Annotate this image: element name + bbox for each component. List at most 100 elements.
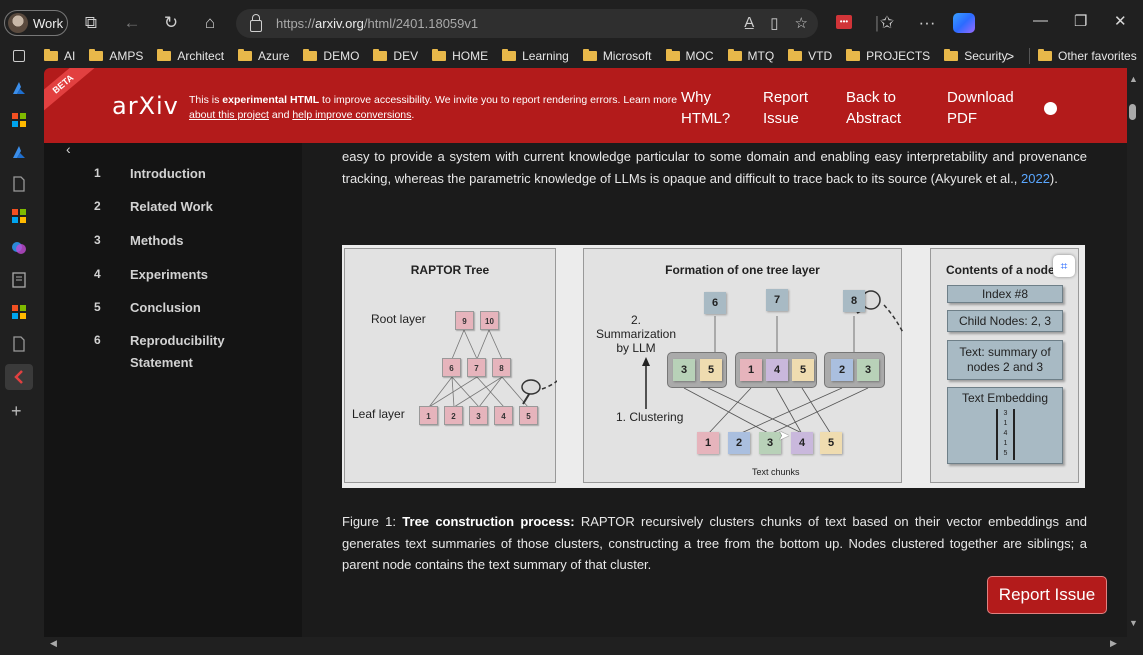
panel-raptor-tree: RAPTOR Tree Root layer Leaf layer 9 10 6… xyxy=(344,248,557,483)
more-icon[interactable]: ··· xyxy=(916,13,938,33)
arxiv-tab-icon[interactable] xyxy=(5,364,33,390)
panel-title: Contents of a node xyxy=(946,263,1055,277)
bookmark-security[interactable]: Security xyxy=(944,49,1008,63)
avatar xyxy=(8,13,28,33)
text-chunks-label: Text chunks xyxy=(752,467,800,477)
toc-item-reproducibility[interactable]: 6 Reproducibility Statement xyxy=(94,333,254,374)
node-text: Text: summary of nodes 2 and 3 xyxy=(947,340,1063,380)
clustering-label: 1. Clustering xyxy=(616,410,684,424)
horizontal-scrollbar[interactable]: ◀ ▶ xyxy=(44,637,1127,651)
folder-icon xyxy=(432,49,447,61)
toc-item-related-work[interactable]: 2 Related Work xyxy=(94,199,213,214)
folder-icon xyxy=(665,49,680,61)
tree-node: 3 xyxy=(469,406,488,425)
immersive-reader-icon[interactable]: ▯ xyxy=(770,14,778,32)
toc-collapse-icon[interactable]: ‹ xyxy=(66,141,71,157)
microsoft-icon[interactable] xyxy=(11,304,27,320)
bookmark-learning[interactable]: Learning xyxy=(502,49,569,63)
tree-node: 8 xyxy=(492,358,511,377)
read-aloud-icon[interactable]: A̲ xyxy=(744,14,754,32)
summarization-label: 2. Summarization by LLM xyxy=(595,313,677,355)
minimize-icon[interactable]: — xyxy=(1033,12,1048,29)
folder-icon xyxy=(502,49,517,61)
tabs-icon[interactable] xyxy=(13,50,25,62)
banner-message: This is experimental HTML to improve acc… xyxy=(189,94,678,121)
bookmark-demo[interactable]: DEMO xyxy=(303,49,359,63)
bookmark-other-favorites[interactable]: Other favorites xyxy=(1038,49,1137,63)
bookmarks-separator xyxy=(1029,48,1030,64)
toc-item-methods[interactable]: 3 Methods xyxy=(94,233,183,248)
toc-item-experiments[interactable]: 4 Experiments xyxy=(94,267,208,282)
azure-icon[interactable] xyxy=(11,80,27,96)
download-pdf-link[interactable]: Download PDF xyxy=(947,87,1027,129)
notebook-icon[interactable] xyxy=(11,272,27,288)
microsoft-icon[interactable] xyxy=(11,208,27,224)
bookmark-home[interactable]: HOME xyxy=(432,49,488,63)
vertical-scrollbar[interactable]: ▲ ▼ xyxy=(1127,68,1139,637)
folder-icon xyxy=(373,49,388,61)
document-icon[interactable] xyxy=(11,336,27,352)
citation-link[interactable]: 2022 xyxy=(1021,171,1050,186)
folder-icon xyxy=(238,49,253,61)
address-bar[interactable]: https://arxiv.org/html/2401.18059v1 A̲ ▯… xyxy=(236,9,818,38)
azure-icon[interactable] xyxy=(11,144,27,160)
back-to-abstract-link[interactable]: Back to Abstract xyxy=(846,87,916,129)
scroll-down-icon[interactable]: ▼ xyxy=(1129,618,1138,628)
arxiv-logo[interactable]: arXiv xyxy=(112,92,179,120)
bookmark-azure[interactable]: Azure xyxy=(238,49,289,63)
panel-tree-layer: Formation of one tree layer 2. Summariza… xyxy=(583,248,903,483)
url-text[interactable]: https://arxiv.org/html/2401.18059v1 xyxy=(276,16,478,31)
profile-button[interactable]: Work xyxy=(4,10,68,36)
copilot-icon[interactable] xyxy=(953,13,975,33)
scroll-up-icon[interactable]: ▲ xyxy=(1129,74,1138,84)
favorite-star-icon[interactable]: ☆ xyxy=(795,14,808,32)
why-html-link[interactable]: Why HTML? xyxy=(681,87,741,129)
tree-node: 9 xyxy=(455,311,474,330)
lock-icon[interactable] xyxy=(250,13,262,32)
help-improve-link[interactable]: help improve conversions xyxy=(292,109,411,121)
scroll-right-icon[interactable]: ▶ xyxy=(1110,638,1117,649)
cluster-chunk: 3 xyxy=(673,359,695,381)
bookmark-projects[interactable]: PROJECTS xyxy=(846,49,930,63)
about-project-link[interactable]: about this project xyxy=(189,109,269,121)
scroll-left-icon[interactable]: ◀ xyxy=(50,638,57,649)
toc-item-conclusion[interactable]: 5 Conclusion xyxy=(94,300,201,315)
cluster-chunk: 4 xyxy=(766,359,788,381)
tab-actions-icon[interactable]: ⧉ xyxy=(80,13,102,33)
bookmark-microsoft[interactable]: Microsoft xyxy=(582,49,652,63)
bookmark-mtq[interactable]: MTQ xyxy=(727,49,774,63)
extension-icon[interactable]: ••• xyxy=(836,15,852,29)
report-issue-button[interactable]: Report Issue xyxy=(987,576,1107,614)
visual-search-icon[interactable]: ⌗ xyxy=(1053,255,1075,277)
bookmark-dev[interactable]: DEV xyxy=(373,49,418,63)
tree-node: 6 xyxy=(442,358,461,377)
bookmarks-more-chevron-icon[interactable]: > xyxy=(1006,48,1014,64)
add-icon[interactable]: + xyxy=(11,402,27,420)
toc-item-introduction[interactable]: 1 Introduction xyxy=(94,166,206,181)
text-chunk: 1 xyxy=(697,432,719,454)
home-icon[interactable]: ⌂ xyxy=(199,13,221,33)
restore-icon[interactable]: ❐ xyxy=(1074,12,1087,30)
back-icon[interactable]: ← xyxy=(121,13,143,33)
folder-icon xyxy=(89,49,104,61)
bookmark-vtd[interactable]: VTD xyxy=(788,49,832,63)
bookmark-moc[interactable]: MOC xyxy=(665,49,714,63)
refresh-icon[interactable]: ↻ xyxy=(160,13,182,33)
bookmark-amps[interactable]: AMPS xyxy=(89,49,143,63)
microsoft-icon[interactable] xyxy=(11,112,27,128)
arxiv-banner: BETA arXiv This is experimental HTML to … xyxy=(44,68,1127,143)
page-viewport: BETA arXiv This is experimental HTML to … xyxy=(44,68,1127,637)
favorites-icon[interactable]: ✩ xyxy=(876,13,898,33)
tree-node: 10 xyxy=(480,311,499,330)
bookmark-architect[interactable]: Architect xyxy=(157,49,224,63)
title-bar: Work ⧉ ← ↻ ⌂ https://arxiv.org/html/2401… xyxy=(0,0,1143,46)
root-layer-label: Root layer xyxy=(371,312,426,326)
figure-caption: Figure 1: Tree construction process: RAP… xyxy=(342,514,1087,572)
scroll-thumb[interactable] xyxy=(1129,104,1136,120)
copilot-sidebar-icon[interactable] xyxy=(11,240,27,256)
close-icon[interactable]: ✕ xyxy=(1114,12,1127,30)
report-issue-link[interactable]: Report Issue xyxy=(763,87,823,129)
theme-toggle-icon[interactable] xyxy=(1044,102,1057,115)
bookmark-ai[interactable]: AI xyxy=(44,49,75,63)
document-icon[interactable] xyxy=(11,176,27,192)
